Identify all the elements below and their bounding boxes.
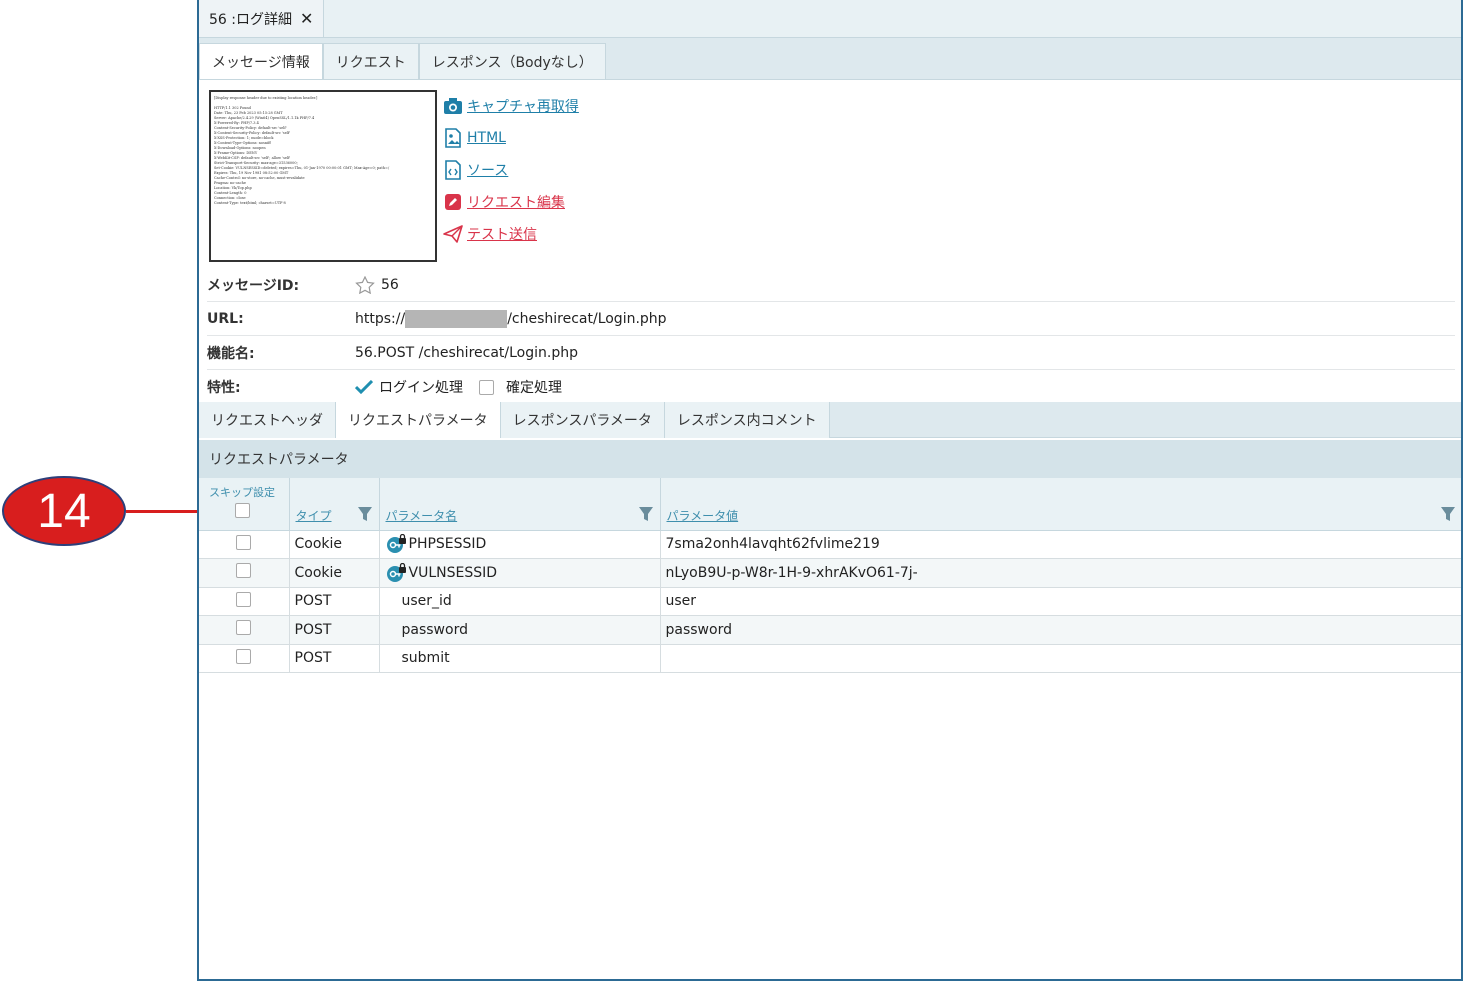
value-header[interactable]: パラメータ値	[660, 478, 1461, 531]
source-link[interactable]: ソース	[443, 154, 579, 186]
tab-message-info[interactable]: メッセージ情報	[199, 43, 323, 79]
trait-confirm-label: 確定処理	[506, 380, 562, 396]
recapture-link[interactable]: キャプチャ再取得	[443, 90, 579, 122]
param-name: PHPSESSID	[408, 536, 487, 553]
document-tab-bar: 56 :ログ詳細 ✕	[199, 0, 1461, 38]
message-info: メッセージID: 56 URL: https:// /cheshirecat/L…	[207, 268, 1455, 404]
trait-confirm-checkbox[interactable]	[479, 379, 494, 395]
name-header-label: パラメータ名	[385, 508, 458, 523]
url-label: URL:	[207, 310, 244, 327]
star-icon[interactable]	[355, 275, 375, 294]
trait-label: 特性:	[207, 380, 241, 396]
skip-checkbox[interactable]	[236, 563, 252, 579]
skip-header-label: スキップ設定	[209, 486, 275, 499]
param-value: password	[660, 615, 1461, 645]
param-value: nLyoB9U-p-W8r-1H-9-xhrAKvO61-7j-	[660, 558, 1461, 588]
action-links: キャプチャ再取得 HTML ソース リクエスト編集 テスト送信	[443, 90, 579, 250]
param-value: user	[660, 587, 1461, 616]
redacted-host	[405, 309, 508, 328]
image-file-icon	[443, 128, 463, 148]
url-suffix: /cheshirecat/Login.php	[507, 310, 667, 327]
param-name-cell: PHPSESSID	[379, 530, 661, 559]
test-send-link[interactable]: テスト送信	[443, 218, 579, 250]
html-label: HTML	[467, 130, 506, 146]
param-type: POST	[289, 615, 380, 645]
message-id-label: メッセージID:	[207, 277, 300, 294]
edit-icon	[443, 192, 463, 212]
tab-request[interactable]: リクエスト	[322, 43, 419, 79]
param-value	[660, 644, 1461, 673]
tab-request-header[interactable]: リクエストヘッダ	[199, 402, 336, 438]
message-id-value: 56	[381, 276, 399, 293]
table-header-row: スキップ設定 タイプ パラメータ名 パラメータ値	[199, 478, 1461, 531]
send-icon	[443, 224, 463, 244]
recapture-label: キャプチャ再取得	[467, 99, 579, 115]
table-row: POST password password	[199, 615, 1461, 645]
skip-all-checkbox[interactable]	[235, 502, 250, 518]
tab-response-comments[interactable]: レスポンス内コメント	[664, 402, 830, 438]
skip-checkbox[interactable]	[236, 620, 252, 636]
function-row: 機能名: 56.POST /cheshirecat/Login.php	[207, 336, 1455, 370]
function-value: 56.POST /cheshirecat/Login.php	[355, 344, 578, 361]
param-value: 7sma2onh4lavqht62fvlime219	[660, 530, 1461, 559]
name-header[interactable]: パラメータ名	[379, 478, 661, 531]
param-name: submit	[379, 644, 661, 673]
skip-checkbox[interactable]	[236, 534, 252, 550]
trait-login-label: ログイン処理	[379, 380, 463, 396]
code-file-icon	[443, 160, 463, 180]
log-detail-tab-title: 56 :ログ詳細	[209, 11, 292, 28]
param-name-cell: VULNSESSID	[379, 558, 661, 588]
tab-response[interactable]: レスポンス（Bodyなし）	[418, 43, 606, 79]
log-detail-panel: 56 :ログ詳細 ✕ メッセージ情報 リクエスト レスポンス（Bodyなし） […	[197, 0, 1463, 981]
table-row: Cookie VULNSESSID nLyoB9U-p-W8r-1H-9-xhr…	[199, 558, 1461, 588]
session-key-icon	[385, 534, 407, 554]
type-header[interactable]: タイプ	[289, 478, 380, 531]
tab-request-params[interactable]: リクエストパラメータ	[336, 402, 501, 438]
check-icon[interactable]	[355, 380, 373, 394]
response-capture-thumbnail[interactable]: [Display response header due to existing…	[209, 90, 437, 262]
section-title: リクエストパラメータ	[199, 440, 1461, 478]
type-header-label: タイプ	[295, 508, 332, 523]
param-type: Cookie	[289, 530, 380, 559]
filter-icon[interactable]	[638, 506, 654, 522]
param-name: VULNSESSID	[408, 564, 498, 581]
tab-response-params[interactable]: レスポンスパラメータ	[500, 402, 665, 438]
function-label: 機能名:	[207, 345, 255, 362]
edit-request-link[interactable]: リクエスト編集	[443, 186, 579, 218]
param-name: password	[379, 615, 661, 645]
skip-header: スキップ設定	[199, 478, 290, 531]
message-sub-tabs: メッセージ情報 リクエスト レスポンス（Bodyなし）	[199, 38, 1461, 80]
skip-checkbox[interactable]	[236, 648, 252, 664]
trait-row: 特性: ログイン処理 確定処理	[207, 370, 1455, 404]
url-prefix: https://	[355, 310, 406, 327]
filter-icon[interactable]	[357, 506, 373, 522]
skip-checkbox[interactable]	[236, 591, 252, 607]
test-send-label: テスト送信	[467, 227, 537, 243]
message-id-row: メッセージID: 56	[207, 268, 1455, 302]
param-name: user_id	[379, 587, 661, 616]
param-type: POST	[289, 644, 380, 673]
session-key-icon	[385, 562, 407, 583]
param-type: Cookie	[289, 558, 380, 588]
param-type: POST	[289, 587, 380, 616]
filter-icon[interactable]	[1440, 506, 1456, 522]
close-icon[interactable]: ✕	[300, 9, 313, 28]
value-header-label: パラメータ値	[666, 508, 739, 523]
thumbnail-line: Content-Type: text/html; charset=UTF-8	[214, 201, 286, 205]
detail-tabs: リクエストヘッダ リクエストパラメータ レスポンスパラメータ レスポンス内コメン…	[199, 402, 1461, 438]
edit-request-label: リクエスト編集	[467, 195, 565, 211]
params-table: スキップ設定 タイプ パラメータ名 パラメータ値 Cookie PHPSESSI…	[199, 478, 1461, 673]
log-detail-tab[interactable]: 56 :ログ詳細 ✕	[199, 0, 325, 37]
url-row: URL: https:// /cheshirecat/Login.php	[207, 302, 1455, 336]
table-row: POST submit	[199, 644, 1461, 673]
table-row: POST user_id user	[199, 587, 1461, 616]
html-link[interactable]: HTML	[443, 122, 579, 154]
table-row: Cookie PHPSESSID 7sma2onh4lavqht62fvlime…	[199, 530, 1461, 559]
camera-icon	[443, 96, 463, 116]
source-label: ソース	[467, 163, 509, 179]
callout-number-badge: 14	[2, 476, 126, 546]
